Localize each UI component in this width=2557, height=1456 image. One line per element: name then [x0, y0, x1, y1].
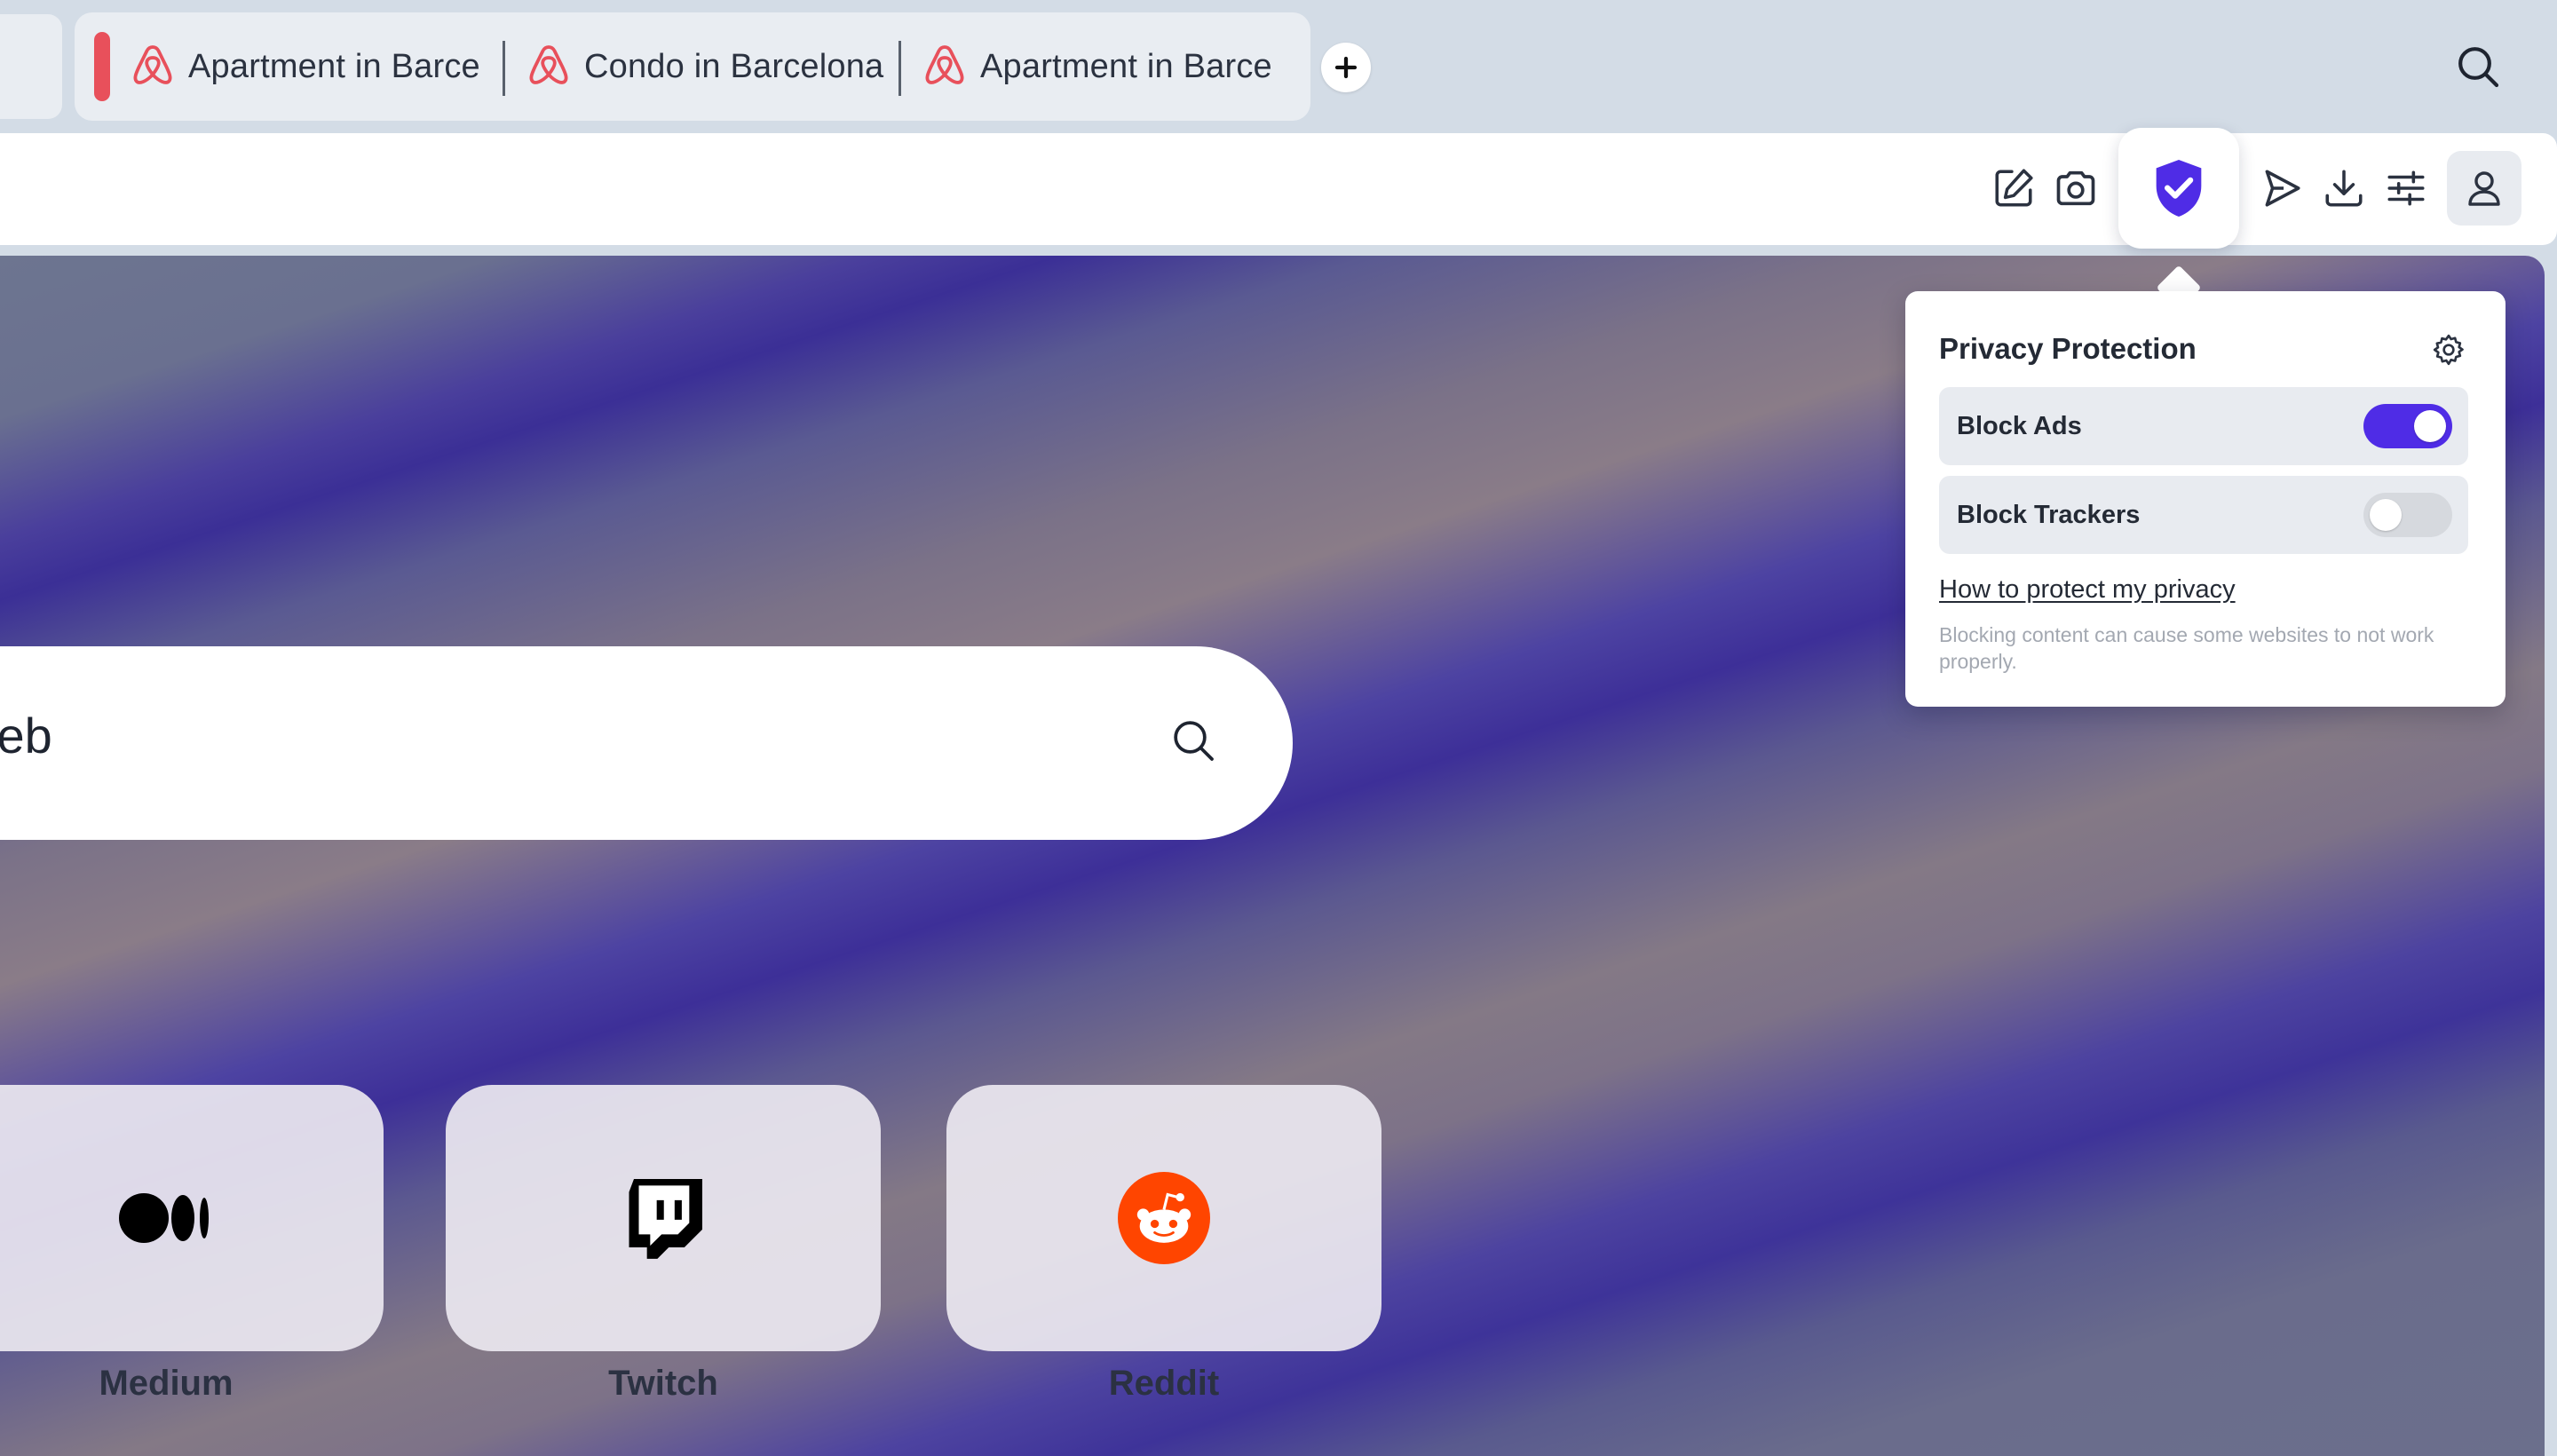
toggle-knob — [2414, 410, 2446, 442]
search-input-text[interactable]: web — [0, 707, 52, 764]
airbnb-icon — [922, 42, 968, 91]
shortcut-tile-twitch[interactable] — [446, 1085, 881, 1351]
airbnb-icon — [526, 42, 572, 91]
block-ads-toggle[interactable] — [2363, 404, 2452, 448]
privacy-help-link[interactable]: How to protect my privacy — [1939, 575, 2236, 605]
block-trackers-toggle[interactable] — [2363, 493, 2452, 537]
shortcut-label: Twitch — [608, 1364, 718, 1403]
profile-icon — [2468, 171, 2500, 206]
search-submit-button[interactable] — [1168, 716, 1222, 769]
search-icon — [1174, 721, 1214, 761]
toggle-knob — [2370, 499, 2402, 531]
shortcut-tile-reddit[interactable] — [946, 1085, 1381, 1351]
new-tab-button[interactable] — [1321, 43, 1371, 92]
plus-icon — [1334, 56, 1358, 79]
tab-title: Apartment in Barce — [188, 47, 480, 85]
privacy-settings-button[interactable] — [2431, 332, 2466, 368]
camera-icon — [2056, 170, 2095, 206]
screenshot-button[interactable] — [2042, 154, 2110, 222]
shortcut-tile-medium[interactable] — [0, 1085, 384, 1351]
tab-separator — [899, 41, 901, 96]
airbnb-icon — [130, 42, 176, 91]
tab-group-color-marker[interactable] — [94, 32, 110, 101]
edit-button[interactable] — [1980, 154, 2047, 222]
edit-icon — [1995, 169, 2033, 207]
profile-button[interactable] — [2447, 151, 2521, 226]
shortcut-label: Medium — [99, 1364, 234, 1403]
block-trackers-label: Block Trackers — [1957, 501, 2141, 529]
medium-icon — [119, 1193, 209, 1243]
tab-2[interactable]: Condo in Barcelona — [526, 32, 883, 101]
tab-separator — [503, 41, 505, 96]
tab-search-button[interactable] — [2452, 41, 2504, 92]
popover-title: Privacy Protection — [1939, 332, 2197, 365]
tab-title: Apartment in Barce — [980, 47, 1272, 85]
download-icon — [2325, 170, 2363, 207]
send-icon — [2265, 170, 2300, 207]
search-icon — [2458, 47, 2499, 88]
settings-button[interactable] — [2372, 154, 2440, 222]
reddit-icon — [1118, 1172, 1210, 1264]
tab-partial[interactable] — [0, 14, 62, 119]
sliders-icon — [2387, 170, 2425, 206]
shortcut-label: Reddit — [1108, 1364, 1220, 1403]
gear-icon — [2433, 334, 2464, 366]
tab-title: Condo in Barcelona — [584, 47, 884, 85]
block-ads-label: Block Ads — [1957, 412, 2082, 440]
shield-check-icon — [2156, 160, 2202, 217]
tab-1[interactable]: Apartment in Barce — [130, 32, 480, 101]
privacy-note: Blocking content can cause some websites… — [1939, 623, 2434, 673]
privacy-protection-button[interactable] — [2118, 128, 2239, 249]
tab-3[interactable]: Apartment in Barce — [922, 32, 1272, 101]
twitch-icon — [629, 1179, 702, 1259]
downloads-button[interactable] — [2310, 154, 2378, 222]
share-button[interactable] — [2248, 154, 2316, 222]
search-bar[interactable] — [0, 646, 1293, 840]
